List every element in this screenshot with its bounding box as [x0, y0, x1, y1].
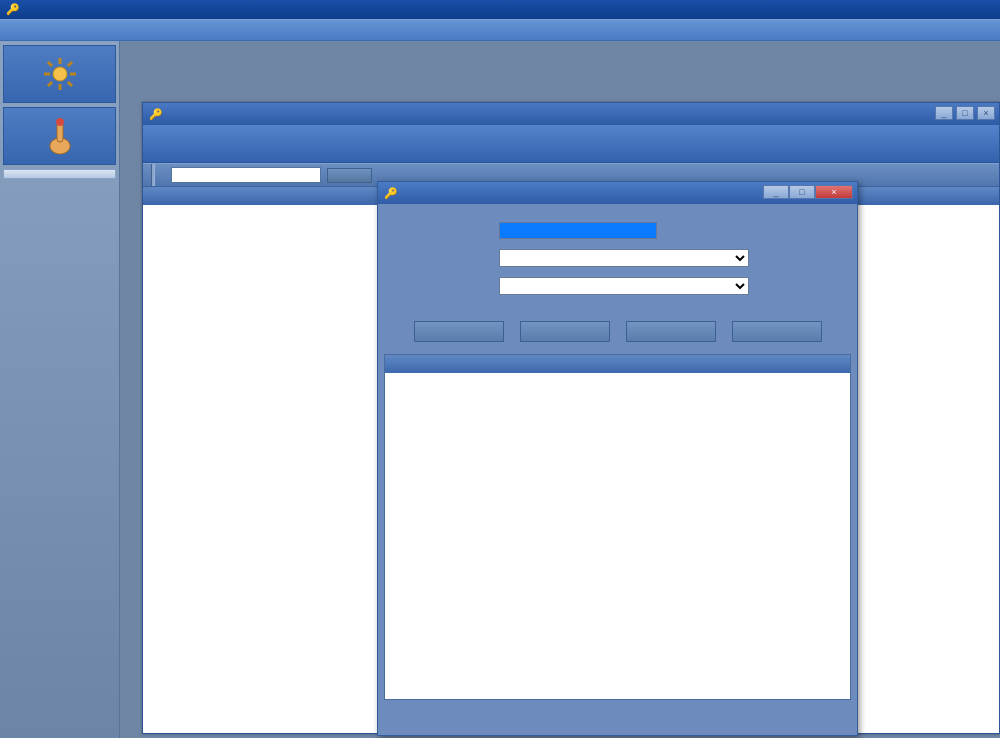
- search-input[interactable]: [171, 167, 321, 183]
- dialog-titlebar[interactable]: 🔑 _ □ ×: [378, 182, 857, 204]
- close-dialog-button[interactable]: [732, 321, 822, 342]
- app-titlebar: 🔑: [0, 0, 1000, 19]
- delete-button[interactable]: [626, 321, 716, 342]
- sidebar-lockers-button[interactable]: [3, 169, 116, 179]
- change-name-button[interactable]: [414, 321, 504, 342]
- sidebar: [0, 41, 120, 738]
- minimize-button[interactable]: _: [763, 185, 789, 199]
- door-grid: [384, 354, 851, 700]
- child-titlebar[interactable]: 🔑 _ □ ×: [143, 103, 999, 125]
- maximize-button[interactable]: □: [789, 185, 815, 199]
- add-button[interactable]: [520, 321, 610, 342]
- gear-icon: [4, 52, 115, 96]
- key-icon: 🔑: [6, 3, 20, 16]
- sidebar-item-label: [4, 96, 115, 98]
- dialog-button-row: [378, 315, 857, 354]
- child-toolbar: [143, 125, 999, 163]
- maximize-button[interactable]: □: [956, 106, 974, 120]
- relay-select[interactable]: [499, 277, 749, 295]
- dialog-form: [378, 204, 857, 315]
- hand-icon: [4, 114, 115, 158]
- close-button[interactable]: ×: [977, 106, 995, 120]
- lockers-select[interactable]: [499, 249, 749, 267]
- door-name-input[interactable]: [499, 222, 657, 239]
- sidebar-operation[interactable]: [3, 107, 116, 165]
- minimize-button[interactable]: _: [935, 106, 953, 120]
- search-button[interactable]: [327, 168, 372, 183]
- grid-header-row: [385, 355, 850, 373]
- close-button[interactable]: ×: [815, 185, 853, 199]
- locker-configure-dialog: 🔑 _ □ ×: [377, 181, 858, 736]
- col-header-timeprofile[interactable]: [919, 187, 999, 205]
- key-icon: 🔑: [384, 187, 398, 200]
- grip-icon: [151, 164, 155, 186]
- sidebar-item-label: [4, 158, 115, 160]
- key-icon: 🔑: [149, 108, 163, 121]
- sidebar-configuration[interactable]: [3, 45, 116, 103]
- menubar: [0, 19, 1000, 41]
